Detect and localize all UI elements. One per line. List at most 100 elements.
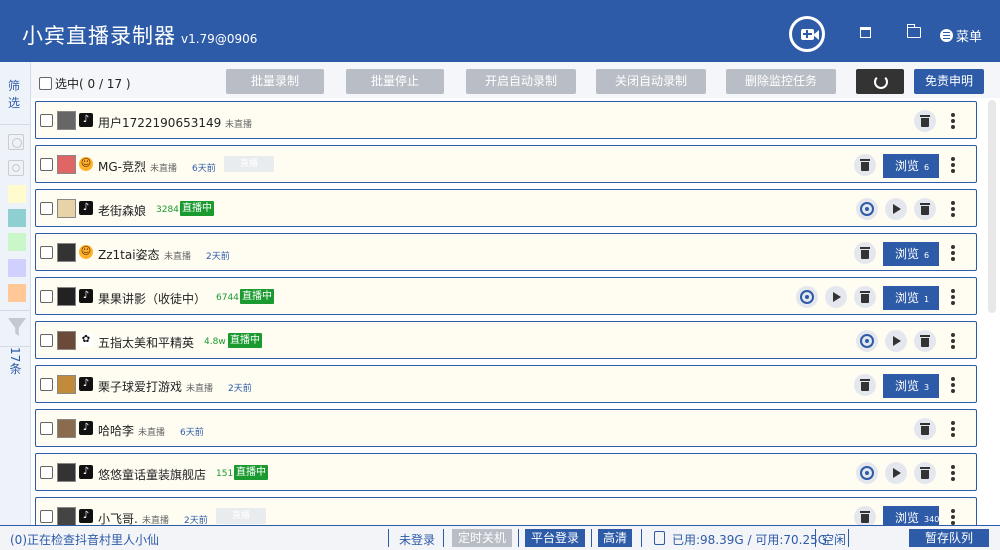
delete-icon[interactable]: [854, 286, 876, 308]
color-filter-orange[interactable]: [8, 284, 26, 302]
avatar[interactable]: [57, 155, 76, 174]
avatar[interactable]: [57, 111, 76, 130]
batch-stop-button[interactable]: 批量停止: [346, 69, 444, 94]
search-icon[interactable]: [8, 160, 24, 176]
delete-task-button[interactable]: 删除监控任务: [726, 69, 836, 94]
streamer-name[interactable]: 五指太美和平精英: [98, 334, 194, 351]
record-icon[interactable]: [796, 286, 818, 308]
menu-button[interactable]: 菜单: [940, 27, 982, 45]
more-options-icon[interactable]: [951, 156, 955, 174]
list-item[interactable]: ♪ 用户1722190653149 未直播: [35, 101, 977, 139]
timed-shutdown-button[interactable]: 定时关机: [452, 529, 512, 547]
enable-auto-record-button[interactable]: 开启自动录制: [466, 69, 576, 94]
filter-label[interactable]: 筛选: [8, 78, 22, 112]
row-checkbox[interactable]: [40, 510, 53, 523]
browse-button[interactable]: 浏览 340: [883, 506, 939, 525]
delete-icon[interactable]: [854, 154, 876, 176]
window-icon[interactable]: [860, 27, 871, 38]
streamer-name[interactable]: 老街森娘: [98, 202, 146, 219]
delete-icon[interactable]: [914, 110, 936, 132]
list-item[interactable]: ☺ Zz1tai姿态 未直播 2天前 浏览 6: [35, 233, 977, 271]
streamer-name[interactable]: 哈哈李: [98, 422, 134, 439]
color-filter-teal[interactable]: [8, 209, 26, 227]
color-filter-green[interactable]: [8, 233, 26, 251]
avatar[interactable]: [57, 199, 76, 218]
pause-queue-button[interactable]: 暂存队列: [909, 529, 989, 547]
clear-filter-icon[interactable]: [8, 318, 26, 336]
add-recorder-icon[interactable]: [789, 16, 825, 52]
avatar[interactable]: [57, 507, 76, 525]
browse-button[interactable]: 浏览 3: [883, 374, 939, 398]
list-item[interactable]: ☺ MG-竞烈 未直播 6天前 直播 浏览 6: [35, 145, 977, 183]
more-options-icon[interactable]: [951, 332, 955, 350]
list-item[interactable]: ♪ 老街森娘 3284 直播中: [35, 189, 977, 227]
avatar[interactable]: [57, 419, 76, 438]
row-checkbox[interactable]: [40, 290, 53, 303]
select-all[interactable]: 选中( 0 / 17 ): [39, 75, 131, 92]
more-options-icon[interactable]: [951, 112, 955, 130]
streamer-name[interactable]: MG-竞烈: [98, 158, 146, 175]
platform-login-button[interactable]: 平台登录: [525, 529, 585, 547]
streamer-name[interactable]: 悠悠童话童装旗舰店: [98, 466, 206, 483]
block-icon[interactable]: [8, 134, 24, 150]
record-icon[interactable]: [856, 198, 878, 220]
color-filter-yellow[interactable]: [8, 185, 26, 203]
row-checkbox[interactable]: [40, 246, 53, 259]
more-options-icon[interactable]: [951, 376, 955, 394]
more-options-icon[interactable]: [951, 244, 955, 262]
disclaimer-button[interactable]: 免责申明: [914, 69, 984, 94]
play-icon[interactable]: [885, 462, 907, 484]
row-checkbox[interactable]: [40, 422, 53, 435]
color-filter-purple[interactable]: [8, 259, 26, 277]
play-icon[interactable]: [885, 330, 907, 352]
streamer-name[interactable]: 果果讲影（收徒中）: [98, 290, 206, 307]
browse-button[interactable]: 浏览 6: [883, 154, 939, 178]
row-checkbox[interactable]: [40, 202, 53, 215]
refresh-button[interactable]: [856, 69, 904, 94]
list-item[interactable]: ♪ 小飞哥. 未直播 2天前 直播 浏览 340: [35, 497, 977, 525]
delete-icon[interactable]: [854, 374, 876, 396]
avatar[interactable]: [57, 331, 76, 350]
scrollbar[interactable]: [988, 100, 996, 313]
row-checkbox[interactable]: [40, 158, 53, 171]
streamer-name[interactable]: 小飞哥.: [98, 510, 138, 525]
row-checkbox[interactable]: [40, 114, 53, 127]
delete-icon[interactable]: [854, 242, 876, 264]
browse-button[interactable]: 浏览 1: [883, 286, 939, 310]
play-icon[interactable]: [825, 286, 847, 308]
avatar[interactable]: [57, 287, 76, 306]
list-item[interactable]: ♪ 栗子球爱打游戏 未直播 2天前 浏览 3: [35, 365, 977, 403]
streamer-name[interactable]: 栗子球爱打游戏: [98, 378, 182, 395]
delete-icon[interactable]: [914, 462, 936, 484]
more-options-icon[interactable]: [951, 464, 955, 482]
list-item[interactable]: ✿ 五指太美和平精英 4.8w 直播中: [35, 321, 977, 359]
folder-icon[interactable]: [906, 24, 921, 38]
more-options-icon[interactable]: [951, 420, 955, 438]
list-item[interactable]: ♪ 果果讲影（收徒中） 6744 直播中 浏览 1: [35, 277, 977, 315]
streamer-name[interactable]: Zz1tai姿态: [98, 246, 160, 263]
row-checkbox[interactable]: [40, 466, 53, 479]
delete-icon[interactable]: [914, 418, 936, 440]
record-icon[interactable]: [856, 330, 878, 352]
avatar[interactable]: [57, 375, 76, 394]
delete-icon[interactable]: [914, 330, 936, 352]
delete-icon[interactable]: [854, 506, 876, 525]
login-status[interactable]: 未登录: [399, 531, 435, 548]
browse-button[interactable]: 浏览 6: [883, 242, 939, 266]
select-all-checkbox[interactable]: [39, 77, 52, 90]
avatar[interactable]: [57, 463, 76, 482]
more-options-icon[interactable]: [951, 508, 955, 525]
list-item[interactable]: ♪ 哈哈李 未直播 6天前: [35, 409, 977, 447]
more-options-icon[interactable]: [951, 288, 955, 306]
streamer-name[interactable]: 用户1722190653149: [98, 114, 221, 131]
avatar[interactable]: [57, 243, 76, 262]
record-icon[interactable]: [856, 462, 878, 484]
row-checkbox[interactable]: [40, 378, 53, 391]
play-icon[interactable]: [885, 198, 907, 220]
list-item[interactable]: ♪ 悠悠童话童装旗舰店 151 直播中: [35, 453, 977, 491]
disable-auto-record-button[interactable]: 关闭自动录制: [596, 69, 706, 94]
row-checkbox[interactable]: [40, 334, 53, 347]
batch-record-button[interactable]: 批量录制: [226, 69, 324, 94]
quality-button[interactable]: 高清: [598, 529, 632, 547]
more-options-icon[interactable]: [951, 200, 955, 218]
